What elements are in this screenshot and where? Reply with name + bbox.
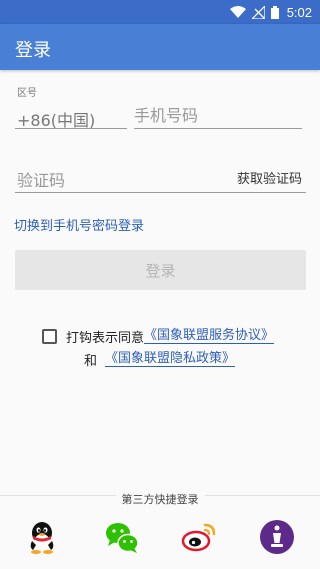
area-code-label: 区号 [17, 88, 37, 99]
country-code-underline [15, 128, 127, 129]
agreement-prefix: 打钩表示同意 [66, 330, 145, 346]
page-title: 登录 [15, 40, 51, 60]
service-agreement-link[interactable]: 《国象联盟服务协议》 [144, 328, 275, 344]
wifi-icon [229, 6, 246, 18]
privacy-policy-link[interactable]: 《国象联盟隐私政策》 [105, 351, 236, 367]
phone-underline [134, 128, 302, 129]
battery-icon [270, 5, 279, 19]
wechat-icon[interactable] [104, 519, 140, 555]
verification-code-input[interactable] [17, 167, 217, 193]
phone-number-input[interactable] [134, 102, 302, 128]
weibo-icon[interactable] [181, 519, 217, 555]
no-signal-icon [251, 5, 265, 19]
third-party-label-wrap: 第三方快捷登录 [0, 488, 320, 507]
agreement-row-2: 和 《国象联盟隐私政策》 [84, 349, 236, 369]
qq-icon[interactable] [24, 519, 60, 555]
app-bar: 登录 [0, 24, 320, 70]
status-time: 5:02 [286, 4, 312, 20]
status-bar: 5:02 [0, 0, 320, 24]
switch-to-password-login-link[interactable]: 切换到手机号密码登录 [14, 215, 144, 234]
chess-app-icon[interactable] [259, 519, 295, 555]
third-party-label: 第三方快捷登录 [115, 491, 205, 507]
agreement-row: 打钩表示同意 《国象联盟服务协议》 [42, 326, 275, 346]
agreement-checkbox[interactable] [42, 328, 57, 344]
login-button[interactable]: 登录 [15, 250, 306, 290]
status-icons: 5:02 [229, 0, 312, 24]
get-code-button[interactable]: 获取验证码 [237, 168, 302, 187]
verification-code-underline [15, 192, 306, 193]
agreement-and: 和 [84, 353, 98, 369]
